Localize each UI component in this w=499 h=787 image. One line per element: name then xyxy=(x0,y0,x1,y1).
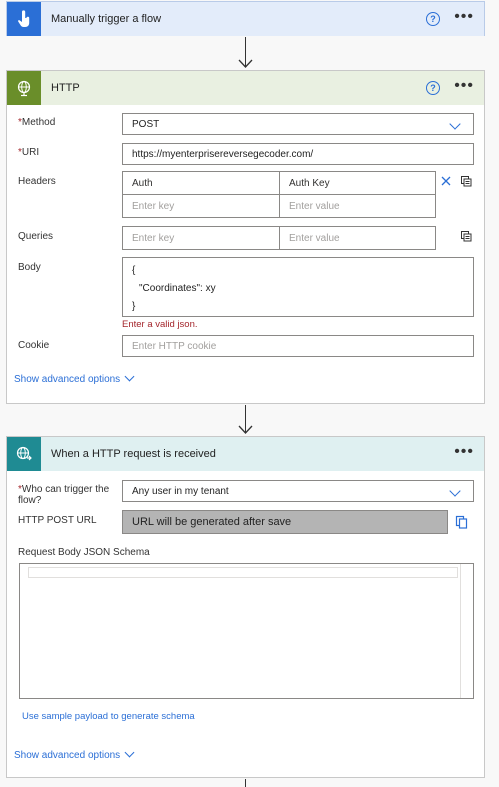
body-label: Body xyxy=(18,262,41,273)
query-key-input[interactable]: Enter key xyxy=(123,227,280,249)
header-key-input[interactable]: Auth xyxy=(123,172,280,195)
http-title: HTTP xyxy=(51,82,80,94)
trigger-icon xyxy=(7,2,41,36)
http-more-icon[interactable]: ••• xyxy=(454,78,474,94)
query-value-input[interactable]: Enter value xyxy=(280,227,435,249)
globe-icon xyxy=(7,71,41,105)
request-globe-icon xyxy=(7,437,41,471)
headers-table: Auth Auth Key Enter key Enter value xyxy=(122,171,436,218)
trigger-help-icon[interactable]: ? xyxy=(426,12,440,26)
request-more-icon[interactable]: ••• xyxy=(454,444,474,460)
cookie-input[interactable]: Enter HTTP cookie xyxy=(122,335,474,357)
http-header[interactable]: HTTP ? ••• xyxy=(7,71,484,105)
http-help-icon[interactable]: ? xyxy=(426,81,440,95)
header-value-input[interactable]: Auth Key xyxy=(280,172,435,195)
connector-arrow-icon xyxy=(238,59,253,68)
method-label: *Method xyxy=(18,117,56,128)
schema-label: Request Body JSON Schema xyxy=(18,547,150,558)
new-header-key-input[interactable]: Enter key xyxy=(123,195,280,217)
connector-arrow-icon xyxy=(238,425,253,434)
body-line: "Coordinates": xy xyxy=(139,283,216,294)
headers-label: Headers xyxy=(18,176,56,187)
http-post-url-label: HTTP POST URL xyxy=(18,515,97,526)
queries-label: Queries xyxy=(18,231,54,242)
http-show-advanced-link[interactable]: Show advanced options xyxy=(14,371,135,385)
request-title: When a HTTP request is received xyxy=(51,448,216,460)
chevron-down-icon xyxy=(124,747,135,758)
chevron-down-icon xyxy=(449,485,461,497)
switch-queries-to-text-icon[interactable] xyxy=(460,230,472,242)
body-line: { xyxy=(132,265,136,276)
trigger-card[interactable]: Manually trigger a flow ? ••• xyxy=(6,1,485,36)
request-header[interactable]: When a HTTP request is received ••• xyxy=(7,437,484,471)
uri-input[interactable]: https://myenterprisereversegecoder.com/ xyxy=(122,143,474,165)
switch-to-text-icon[interactable] xyxy=(460,175,472,187)
schema-editor[interactable] xyxy=(19,563,474,699)
uri-label: *URI xyxy=(18,147,40,158)
body-error-message: Enter a valid json. xyxy=(122,319,198,330)
new-header-value-input[interactable]: Enter value xyxy=(280,195,435,217)
queries-table: Enter key Enter value xyxy=(122,226,436,250)
method-dropdown[interactable]: POST xyxy=(122,113,474,135)
request-show-advanced-link[interactable]: Show advanced options xyxy=(14,747,135,761)
http-post-url-field: URL will be generated after save xyxy=(122,510,448,534)
delete-header-icon[interactable] xyxy=(441,176,451,186)
who-can-trigger-label: *Who can trigger the flow? xyxy=(18,484,110,506)
cookie-label: Cookie xyxy=(18,340,50,351)
schema-scrollbar[interactable] xyxy=(460,564,473,698)
sample-payload-link[interactable]: Use sample payload to generate schema xyxy=(22,711,195,722)
who-can-trigger-dropdown[interactable]: Any user in my tenant xyxy=(122,480,474,502)
trigger-header[interactable]: Manually trigger a flow ? ••• xyxy=(7,2,484,36)
copy-icon[interactable] xyxy=(455,515,468,529)
trigger-more-icon[interactable]: ••• xyxy=(454,9,474,25)
connector-line xyxy=(245,779,246,787)
trigger-title: Manually trigger a flow xyxy=(51,13,162,25)
chevron-down-icon xyxy=(449,118,461,130)
chevron-down-icon xyxy=(124,371,135,382)
body-line: } xyxy=(132,301,136,312)
body-editor[interactable]: { "Coordinates": xy } xyxy=(122,257,474,317)
schema-editor-line xyxy=(28,567,458,578)
